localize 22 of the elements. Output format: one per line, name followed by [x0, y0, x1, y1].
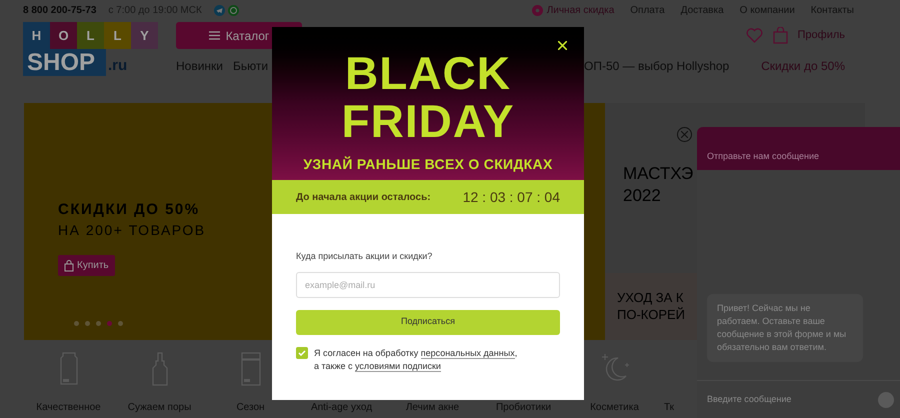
countdown-timer: 12 : 03 : 07 : 04: [462, 188, 560, 206]
chat-title: Отправьте нам сообщение: [707, 151, 820, 161]
chat-message: Привет! Сейчас мы не работаем. Оставьте ваше сообщение в этой форме и мы обязательно вам ответим.: [707, 294, 863, 362]
modal-tagline: УЗНАЙ РАНЬШЕ ВСЕХ О СКИДКАХ: [303, 155, 553, 174]
side-banner-caption: ПО-КОРЕЙ: [617, 306, 686, 323]
banner-subtitle: НА 200+ ТОВАРОВ: [58, 221, 207, 239]
countdown-label: До начала акции осталось:: [296, 190, 431, 204]
logo-letter: Y: [131, 22, 158, 49]
modal-title: BLACK: [345, 49, 511, 97]
logo-domain: .ru: [108, 56, 128, 76]
logo-word: SHOP: [23, 49, 106, 76]
side-banner-caption: УХОД ЗА К: [617, 289, 684, 306]
side-banner-title: МАСТХЭ: [623, 163, 694, 185]
banner-title: СКИДКИ ДО 50%: [58, 201, 201, 219]
logo-letter: H: [23, 22, 50, 49]
side-banner-title: 2022: [623, 185, 662, 207]
logo-letter: L: [77, 22, 104, 49]
consent-text: Я согласен на обработку персональных данных, а также с условиями подписки: [314, 346, 518, 372]
logo-letter: L: [104, 22, 131, 49]
logo-letter: O: [50, 22, 77, 49]
email-field-label: Куда присылать акции и скидки?: [296, 250, 434, 263]
modal-title: FRIDAY: [342, 97, 514, 145]
